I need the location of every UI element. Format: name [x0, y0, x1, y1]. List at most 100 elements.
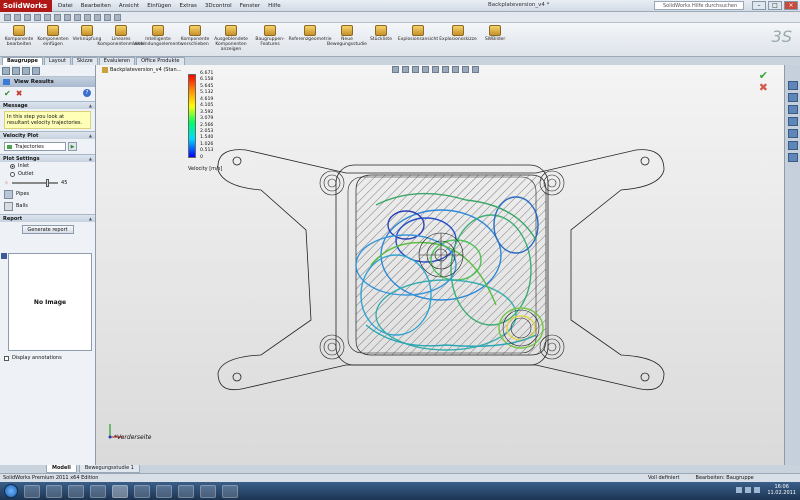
plot-settings-section-header[interactable]: Plot Settings — [0, 154, 95, 163]
explode-line-sketch-button[interactable]: Explosionsskizze — [438, 23, 478, 56]
options-icon[interactable] — [74, 13, 81, 21]
help-icon[interactable]: ? — [83, 89, 91, 97]
slider-knob[interactable] — [46, 179, 50, 187]
tab-bewegungsstudie[interactable]: Bewegungsstudie 1 — [78, 465, 140, 473]
tab-layout[interactable]: Layout — [43, 57, 71, 65]
file-explorer-icon[interactable] — [787, 105, 798, 114]
app-icon[interactable] — [222, 484, 238, 498]
new-motion-study-button[interactable]: Neue Bewegungsstudie — [327, 23, 367, 56]
start-button-icon[interactable] — [4, 484, 18, 498]
solidworks-logo[interactable]: SolidWorks — [0, 0, 52, 12]
minimize-icon[interactable]: – — [752, 1, 766, 10]
swbilder-button[interactable]: SWBilder — [478, 23, 512, 56]
pipes-option[interactable]: Pipes — [0, 188, 95, 200]
reject-icon[interactable]: ✖ — [759, 81, 768, 94]
network-icon[interactable] — [736, 487, 742, 493]
explode-sketch-icon — [452, 25, 464, 36]
feature-manager-icon[interactable] — [2, 67, 10, 75]
backplate-model[interactable] — [96, 65, 784, 465]
generate-report-button[interactable]: Generate report — [21, 225, 74, 234]
display-annotations-checkbox[interactable]: Display annotations — [4, 355, 62, 361]
appearances-icon[interactable] — [787, 141, 798, 150]
undo-icon[interactable] — [44, 13, 51, 21]
rotate-icon[interactable] — [94, 13, 101, 21]
view-orientation-icon[interactable] — [114, 13, 121, 21]
save-image-icon[interactable] — [1, 253, 7, 259]
solidworks-taskbar-icon[interactable] — [112, 484, 128, 498]
smart-fasteners-button[interactable]: Intelligente Verbindungselemente — [133, 23, 183, 56]
message-section-header[interactable]: Message — [0, 101, 95, 110]
new-document-icon[interactable] — [4, 13, 11, 21]
tab-skizze[interactable]: Skizze — [71, 57, 98, 65]
inlet-radio[interactable]: Inlet — [0, 162, 95, 170]
menu-ansicht[interactable]: Ansicht — [119, 3, 139, 9]
assembly-features-button[interactable]: Baugruppen-Features — [250, 23, 290, 56]
reference-geometry-icon — [304, 25, 316, 36]
help-search-input[interactable]: SolidWorks Hilfe durchsuchen — [654, 1, 744, 10]
tab-modell[interactable]: Modell — [46, 465, 77, 473]
dimxpert-icon[interactable] — [32, 67, 40, 75]
pan-icon[interactable] — [104, 13, 111, 21]
solidworks-resources-icon[interactable] — [787, 81, 798, 90]
configuration-manager-icon[interactable] — [22, 67, 30, 75]
app-icon[interactable] — [134, 484, 150, 498]
balls-option[interactable]: Balls — [0, 200, 95, 212]
trajectories-selector[interactable]: Trajectories — [4, 142, 66, 151]
reference-geometry-button[interactable]: Referenzgeometrie — [289, 23, 331, 56]
move-component-icon — [189, 25, 201, 36]
zoom-icon[interactable] — [84, 13, 91, 21]
volume-icon[interactable] — [745, 487, 751, 493]
ok-icon[interactable]: ✔ — [4, 89, 11, 98]
trajectory-count-row: ⁘ 45 — [0, 178, 95, 188]
menu-einfuegen[interactable]: Einfügen — [147, 3, 171, 9]
tab-baugruppe[interactable]: Baugruppe — [2, 57, 43, 65]
maximize-icon[interactable]: □ — [768, 1, 782, 10]
tab-office-produkte[interactable]: Office Produkte — [136, 57, 185, 65]
design-library-icon[interactable] — [787, 93, 798, 102]
open-icon[interactable] — [14, 13, 21, 21]
task-pane — [784, 65, 800, 465]
tab-evaluieren[interactable]: Evaluieren — [98, 57, 136, 65]
menu-fenster[interactable]: Fenster — [240, 3, 260, 9]
flag-icon[interactable] — [754, 487, 760, 493]
velocity-plot-section-header[interactable]: Velocity Plot — [0, 131, 95, 140]
view-palette-icon[interactable] — [787, 129, 798, 138]
app-icon[interactable] — [156, 484, 172, 498]
outlet-radio[interactable]: Outlet — [0, 170, 95, 178]
outlet-radio-dot[interactable] — [10, 171, 15, 177]
trajectory-count-slider[interactable] — [12, 179, 59, 187]
inlet-radio-dot[interactable] — [10, 163, 15, 169]
firefox-icon[interactable] — [24, 484, 40, 498]
edit-component-button[interactable]: Komponente bearbeiten — [2, 23, 36, 56]
save-icon[interactable] — [24, 13, 31, 21]
close-icon[interactable]: × — [784, 1, 798, 10]
explorer-icon[interactable] — [46, 484, 62, 498]
show-hidden-components-button[interactable]: Ausgeblendete Komponenten anzeigen — [212, 23, 250, 56]
insert-components-button[interactable]: Komponenten einfügen — [36, 23, 70, 56]
media-player-icon[interactable] — [68, 484, 84, 498]
print-icon[interactable] — [34, 13, 41, 21]
report-section-header[interactable]: Report — [0, 214, 95, 223]
play-icon[interactable]: ▶ — [68, 142, 77, 151]
menu-datei[interactable]: Datei — [58, 3, 73, 9]
app-icon[interactable] — [200, 484, 216, 498]
menu-extras[interactable]: Extras — [180, 3, 197, 9]
rebuild-icon[interactable] — [64, 13, 71, 21]
select-icon[interactable] — [54, 13, 61, 21]
exploded-view-button[interactable]: Explosionsansicht — [398, 23, 438, 56]
cancel-icon[interactable]: ✖ — [16, 89, 23, 98]
balls-icon — [4, 201, 13, 211]
menu-bearbeiten[interactable]: Bearbeiten — [81, 3, 111, 9]
search-icon[interactable] — [787, 117, 798, 126]
menu-3dcontrol[interactable]: 3Dcontrol — [205, 3, 232, 9]
clock[interactable]: 16:06 11.02.2011 — [767, 484, 796, 496]
move-component-button[interactable]: Komponente verschieben — [178, 23, 212, 56]
custom-properties-icon[interactable] — [787, 153, 798, 162]
checkbox-box[interactable] — [4, 355, 9, 361]
photoshop-icon[interactable] — [90, 484, 106, 498]
app-icon[interactable] — [178, 484, 194, 498]
menu-hilfe[interactable]: Hilfe — [268, 3, 281, 9]
property-manager-icon[interactable] — [12, 67, 20, 75]
graphics-viewport[interactable]: Backplateversion_v4 (Stan... 6.671 6.158… — [96, 65, 784, 465]
bill-of-materials-button[interactable]: Stückliste — [364, 23, 398, 56]
